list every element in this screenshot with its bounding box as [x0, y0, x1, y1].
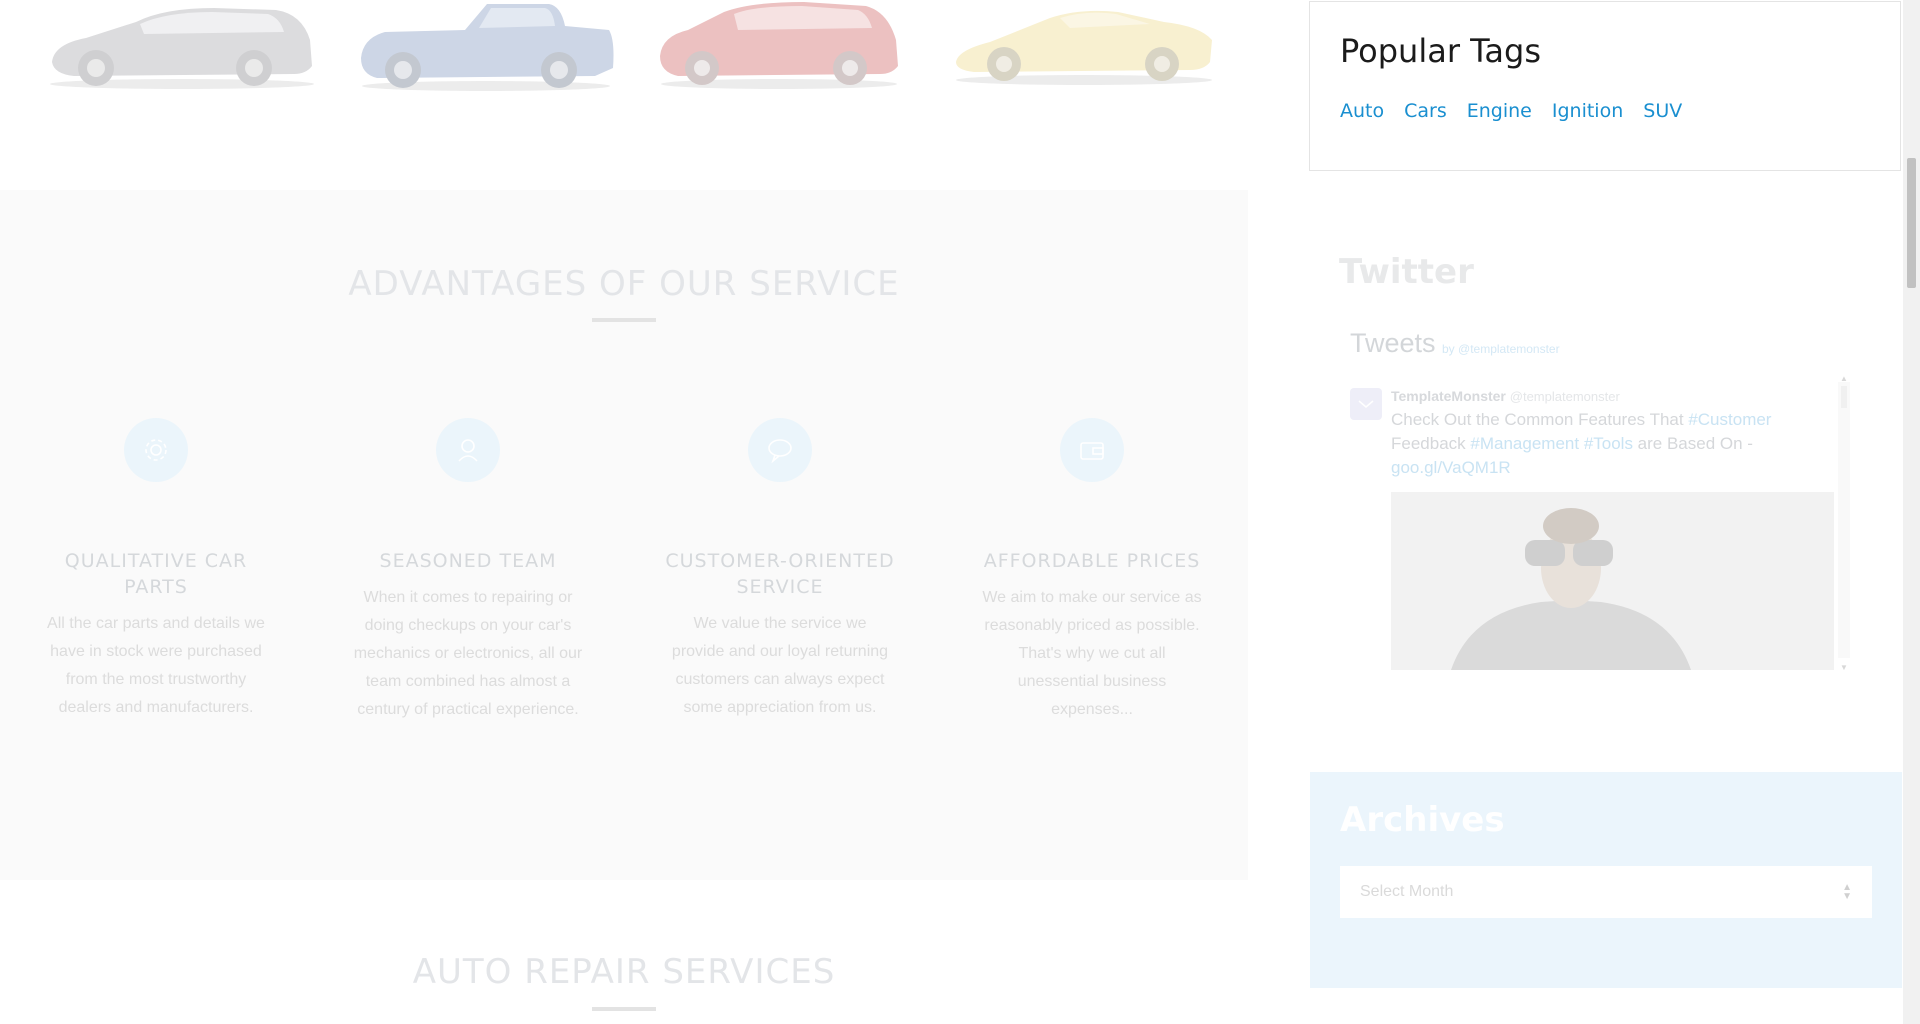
car-image-blue-pickup[interactable]: [355, 0, 617, 92]
popular-tags-widget: Popular Tags Auto Cars Engine Ignition S…: [1309, 1, 1901, 171]
feature-card: CUSTOMER-ORIENTED SERVICE We value the s…: [665, 418, 895, 722]
select-arrows-icon: ▲ ▼: [1842, 882, 1852, 902]
tweet-author-handle: @templatemonster: [1509, 389, 1620, 404]
tweet-url-link[interactable]: goo.gl/VaQM1R: [1391, 458, 1511, 477]
car-image-silver-wagon[interactable]: [44, 0, 319, 92]
feature-text: We value the service we provide and our …: [671, 615, 889, 716]
feature-title: SEASONED TEAM: [379, 550, 557, 572]
page-scrollbar[interactable]: [1903, 0, 1920, 1024]
tweet-text-part: Check Out the Common Features That: [1391, 410, 1689, 429]
twitter-timeline: Tweets by @templatemonster TemplateMonst…: [1340, 322, 1860, 672]
tweet-hashtag-link[interactable]: #Customer: [1688, 410, 1771, 429]
tweet-text: Check Out the Common Features That #Cust…: [1391, 408, 1811, 480]
tweets-by-handle[interactable]: @templatemonster: [1458, 342, 1560, 356]
popular-tags-title: Popular Tags: [1340, 32, 1541, 70]
tweet-text-part: are Based On -: [1632, 434, 1753, 453]
archives-title: Archives: [1340, 800, 1505, 840]
scroll-down-icon[interactable]: ▼: [1840, 663, 1848, 672]
car-image-yellow-supercar[interactable]: [950, 0, 1218, 92]
tweet-author[interactable]: TemplateMonster @templatemonster: [1391, 388, 1620, 404]
gear-icon: [124, 418, 188, 482]
tweets-heading: Tweets: [1350, 328, 1436, 358]
feature-title: QUALITATIVE CAR PARTS: [64, 550, 248, 598]
feature-text: All the car parts and details we have in…: [47, 615, 265, 716]
feature-card: QUALITATIVE CAR PARTS All the car parts …: [41, 418, 271, 722]
title-underline: [592, 1007, 656, 1011]
scroll-thumb[interactable]: [1907, 158, 1916, 288]
archives-widget: Archives Select Month ▲ ▼: [1310, 772, 1902, 988]
tweet-image[interactable]: [1391, 492, 1834, 670]
car-image-red-suv[interactable]: [654, 0, 904, 92]
services-title: AUTO REPAIR SERVICES: [412, 952, 836, 992]
chat-bubble-icon: [748, 418, 812, 482]
avatar[interactable]: [1350, 388, 1382, 420]
tags-list: Auto Cars Engine Ignition SUV: [1340, 100, 1682, 122]
car-thumbnails-row: [0, 0, 1248, 120]
tag-link-engine[interactable]: Engine: [1467, 100, 1532, 122]
user-icon: [436, 418, 500, 482]
wallet-icon: [1060, 418, 1124, 482]
archives-select-value: Select Month: [1360, 883, 1454, 900]
advantages-section: ADVANTAGES OF OUR SERVICE QUALITATIVE CA…: [0, 190, 1248, 880]
tweet-text-part: Feedback: [1391, 434, 1471, 453]
feature-card: AFFORDABLE PRICES We aim to make our ser…: [977, 418, 1207, 724]
feature-title: CUSTOMER-ORIENTED SERVICE: [665, 550, 895, 598]
tweet-hashtag-link[interactable]: #Tools: [1584, 434, 1633, 453]
tweet-hashtag-link[interactable]: #Management: [1470, 434, 1579, 453]
title-underline: [592, 318, 656, 322]
tweet-scrollbar[interactable]: ▲ ▼: [1838, 374, 1850, 672]
tag-link-cars[interactable]: Cars: [1404, 100, 1447, 122]
tag-link-suv[interactable]: SUV: [1643, 100, 1682, 122]
tweets-by-prefix: by: [1442, 342, 1455, 356]
tag-link-auto[interactable]: Auto: [1340, 100, 1384, 122]
scroll-thumb[interactable]: [1841, 386, 1847, 408]
twitter-widget-title: Twitter: [1339, 252, 1474, 292]
scroll-up-icon[interactable]: ▲: [1840, 374, 1848, 383]
tweets-by-line: by @templatemonster: [1442, 342, 1560, 356]
feature-text: When it comes to repairing or doing chec…: [353, 589, 583, 718]
feature-text: We aim to make our service as reasonably…: [982, 589, 1202, 718]
advantages-title: ADVANTAGES OF OUR SERVICE: [348, 264, 900, 304]
archives-month-select[interactable]: Select Month ▲ ▼: [1340, 866, 1872, 918]
tweet-author-name: TemplateMonster: [1391, 388, 1506, 404]
feature-card: SEASONED TEAM When it comes to repairing…: [353, 418, 583, 724]
feature-title: AFFORDABLE PRICES: [983, 550, 1201, 572]
tag-link-ignition[interactable]: Ignition: [1552, 100, 1623, 122]
